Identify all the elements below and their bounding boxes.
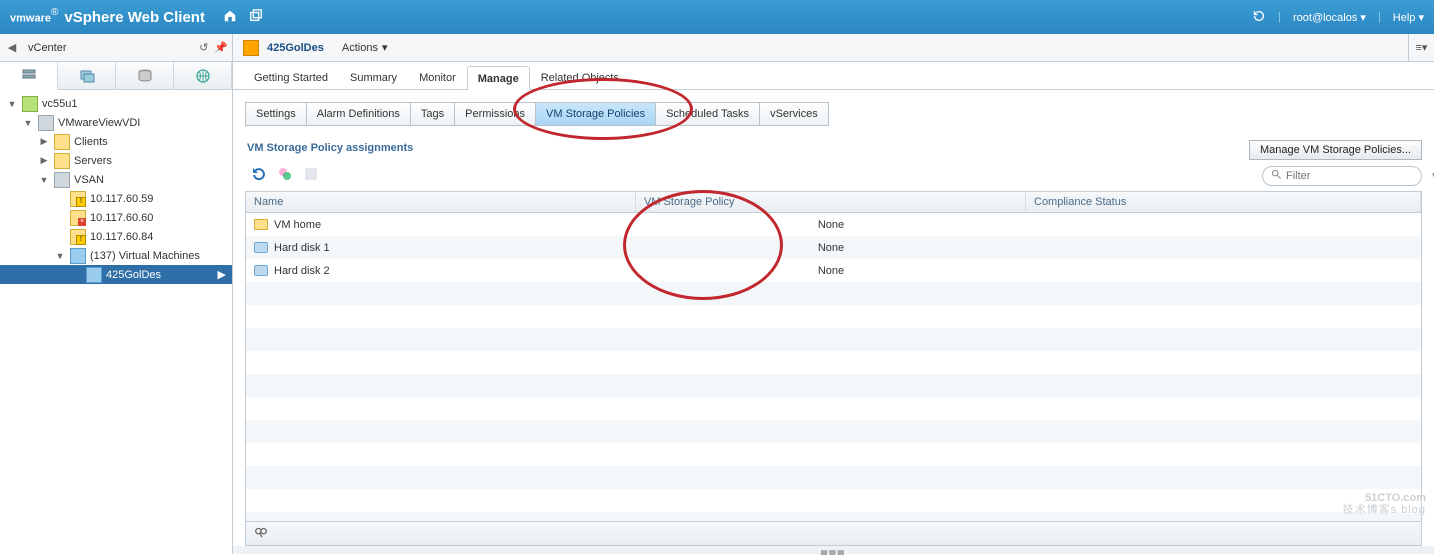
section-title: VM Storage Policy assignments — [247, 142, 413, 154]
content-panel: Getting StartedSummaryMonitorManageRelat… — [233, 62, 1434, 554]
policy-grid: NameVM Storage PolicyCompliance Status V… — [245, 191, 1422, 546]
nav-context[interactable]: vCenter — [24, 42, 195, 54]
open-window-icon[interactable] — [249, 9, 263, 26]
tree-node[interactable]: ▼vc55u1 — [0, 94, 232, 113]
primary-tab[interactable]: Manage — [467, 66, 530, 90]
reapply-policy-icon[interactable] — [303, 166, 319, 185]
manage-subtabs: SettingsAlarm DefinitionsTagsPermissions… — [245, 102, 829, 126]
user-menu[interactable]: root@localos ▾ — [1293, 11, 1366, 24]
primary-tab[interactable]: Monitor — [408, 65, 467, 89]
vms-templates-tab[interactable] — [58, 62, 116, 89]
primary-tab[interactable]: Getting Started — [243, 65, 339, 89]
nav-back-icon[interactable]: ◀ — [4, 41, 20, 54]
filter-field[interactable] — [1286, 170, 1428, 182]
tree-node[interactable]: 10.117.60.60 — [0, 208, 232, 227]
sub-tab[interactable]: Alarm Definitions — [307, 103, 411, 125]
refresh-icon[interactable] — [1252, 9, 1266, 26]
row-icon — [254, 265, 268, 276]
column-header[interactable]: Compliance Status — [1026, 192, 1421, 212]
vm-icon — [243, 40, 259, 56]
inventory-tree[interactable]: ▼vc55u1▼VMwareViewVDI▶Clients▶Servers▼VS… — [0, 90, 232, 554]
home-icon[interactable] — [223, 9, 237, 26]
tree-node[interactable]: 425GolDes▶ — [0, 265, 232, 284]
sub-tab[interactable]: Scheduled Tasks — [656, 103, 760, 125]
panel-menu-icon[interactable]: ≡▾ — [1408, 34, 1434, 61]
sub-tab[interactable]: VM Storage Policies — [536, 103, 656, 125]
sub-tab[interactable]: Permissions — [455, 103, 536, 125]
tree-node[interactable]: ▶Servers — [0, 151, 232, 170]
tree-node[interactable]: ▼(137) Virtual Machines — [0, 246, 232, 265]
sub-tab[interactable]: vServices — [760, 103, 828, 125]
object-name: 425GolDes — [267, 42, 324, 54]
filter-input[interactable]: ▾ — [1262, 166, 1422, 186]
app-header: vmware® vSphere Web Client | root@localo… — [0, 0, 1434, 34]
brand-logo: vmware® — [10, 7, 58, 26]
storage-tab[interactable] — [116, 62, 174, 89]
help-menu[interactable]: Help ▾ — [1393, 11, 1424, 24]
primary-tabs: Getting StartedSummaryMonitorManageRelat… — [233, 62, 1434, 90]
tree-node[interactable]: ▼VMwareViewVDI — [0, 113, 232, 132]
table-row[interactable]: VM homeNone — [246, 213, 1421, 236]
primary-tab[interactable]: Related Objects — [530, 65, 630, 89]
search-icon — [1271, 169, 1282, 183]
history-icon[interactable]: ↺ — [199, 41, 208, 54]
refresh-grid-icon[interactable] — [251, 166, 267, 185]
context-bar: ◀ vCenter ↺ 📌 425GolDes Actions ▾ ≡▾ — [0, 34, 1434, 62]
column-header[interactable]: VM Storage Policy — [636, 192, 1026, 212]
tree-node[interactable]: 10.117.60.59 — [0, 189, 232, 208]
table-row[interactable]: Hard disk 1None — [246, 236, 1421, 259]
hosts-clusters-tab[interactable] — [0, 62, 58, 90]
pin-icon[interactable]: 📌 — [214, 41, 228, 54]
find-icon[interactable] — [254, 525, 268, 542]
split-grip[interactable]: ▄▄▄ — [233, 546, 1434, 554]
check-compliance-icon[interactable] — [277, 166, 293, 185]
sub-tab[interactable]: Settings — [246, 103, 307, 125]
inventory-sidebar: ▼vc55u1▼VMwareViewVDI▶Clients▶Servers▼VS… — [0, 62, 233, 554]
networking-tab[interactable] — [174, 62, 232, 89]
table-row[interactable]: Hard disk 2None — [246, 259, 1421, 282]
inventory-view-tabs — [0, 62, 232, 90]
grid-footer — [246, 521, 1421, 545]
tree-node[interactable]: ▶Clients — [0, 132, 232, 151]
row-icon — [254, 219, 268, 230]
tree-node[interactable]: 10.117.60.84 — [0, 227, 232, 246]
tree-node[interactable]: ▼VSAN — [0, 170, 232, 189]
grid-body[interactable]: VM homeNoneHard disk 1NoneHard disk 2Non… — [246, 213, 1421, 521]
app-title: vSphere Web Client — [64, 9, 205, 26]
row-icon — [254, 242, 268, 253]
manage-policies-button[interactable]: Manage VM Storage Policies... — [1249, 140, 1422, 160]
column-header[interactable]: Name — [246, 192, 636, 212]
actions-menu[interactable]: Actions ▾ — [342, 41, 388, 54]
sub-tab[interactable]: Tags — [411, 103, 455, 125]
primary-tab[interactable]: Summary — [339, 65, 408, 89]
